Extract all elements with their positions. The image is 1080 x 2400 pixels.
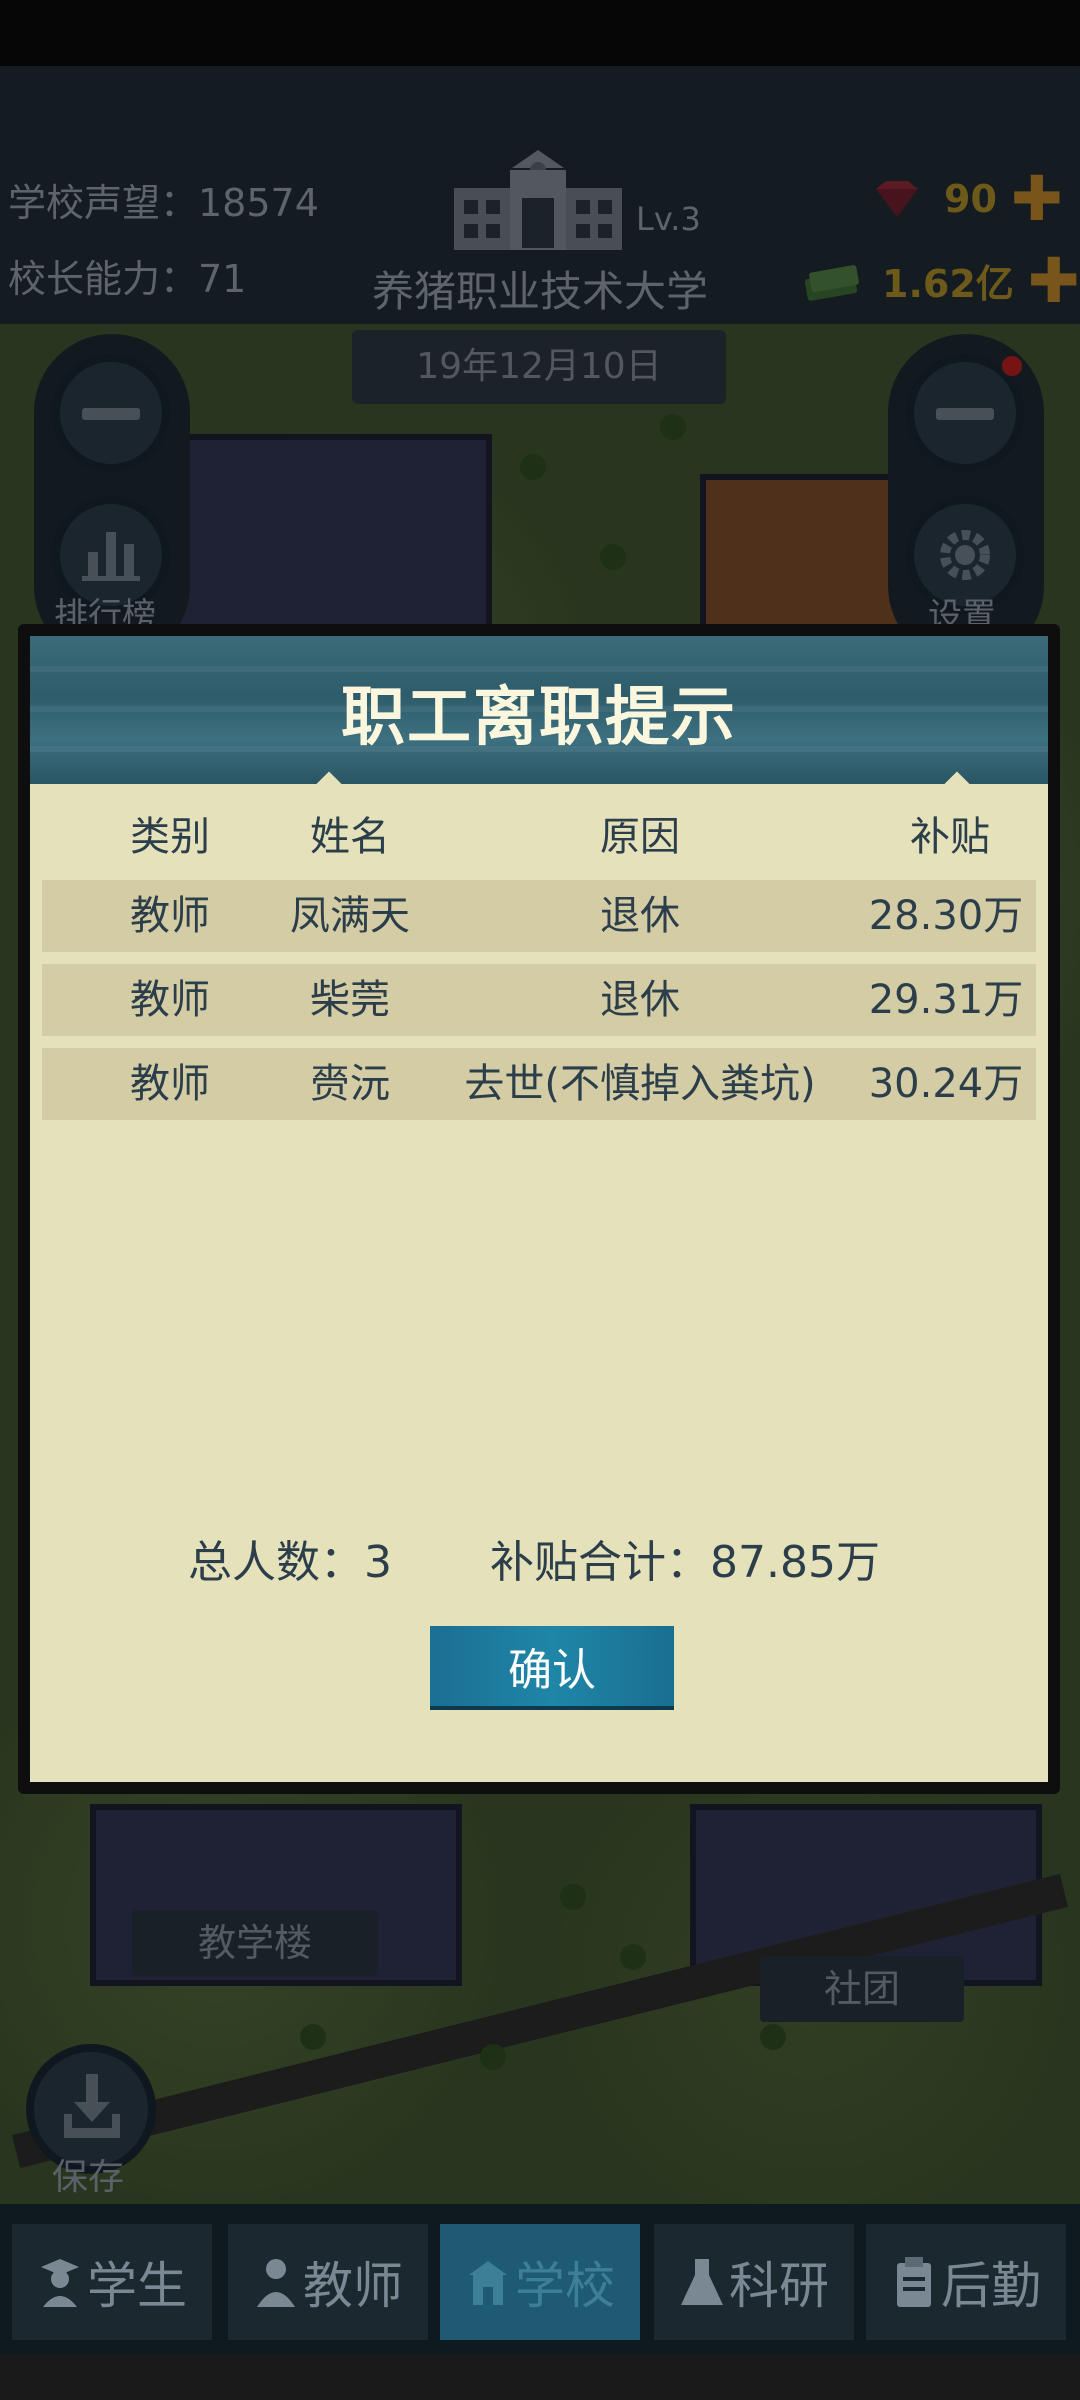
cell-subsidy: 30.24万 — [868, 1061, 1024, 1107]
school-name: 养猪职业技术大学 — [371, 267, 708, 316]
cell-subsidy: 28.30万 — [868, 893, 1024, 939]
bottom-nav: 学生 教师 学校 科研 后勤 — [0, 2204, 1080, 2354]
tab-research[interactable]: 科研 — [654, 2224, 854, 2340]
school-reputation: 学校声望：18574 — [8, 181, 319, 225]
flask-icon — [681, 2259, 723, 2305]
tab-teachers[interactable]: 教师 — [228, 2224, 428, 2340]
map-tree — [760, 2024, 786, 2050]
add-gems-button[interactable]: ✚ — [1011, 162, 1063, 235]
gear-icon — [940, 530, 990, 580]
map-tree — [560, 1884, 586, 1910]
cell-reason: 退休 — [600, 977, 680, 1023]
tab-logistics[interactable]: 后勤 — [866, 2224, 1066, 2340]
tab-school-label: 学校 — [515, 2257, 615, 2315]
school-building-icon — [454, 150, 622, 250]
cell-reason: 退休 — [600, 893, 680, 939]
teacher-icon — [257, 2259, 295, 2307]
save-label: 保存 — [52, 2157, 125, 2198]
money-amount: 1.62亿 — [882, 262, 1014, 306]
map-tree — [520, 454, 546, 480]
cash-icon — [804, 264, 859, 301]
add-money-button[interactable]: ✚ — [1028, 244, 1080, 317]
map-building — [150, 434, 492, 636]
cell-name: 赍沅 — [310, 1061, 390, 1107]
cell-subsidy: 29.31万 — [868, 977, 1024, 1023]
minus-icon — [82, 408, 140, 420]
staff-departure-dialog: 职工离职提示 类别 姓名 原因 补贴 教师 凤满天 退休 28.30万 教师 柴… — [18, 624, 1060, 1794]
bar-chart-icon — [82, 532, 140, 581]
gem-icon — [876, 180, 918, 217]
map-tree — [300, 2024, 326, 2050]
tab-logistics-label: 后勤 — [941, 2257, 1041, 2315]
principal-ability: 校长能力：71 — [8, 257, 247, 301]
teaching-building-tag[interactable]: 教学楼 — [132, 1910, 378, 1976]
status-bar — [0, 0, 1080, 66]
school-level: Lv.3 — [636, 200, 701, 238]
cell-type: 教师 — [130, 977, 210, 1023]
cell-name: 凤满天 — [290, 893, 410, 939]
column-header-reason: 原因 — [600, 814, 680, 860]
total-people: 总人数：3 — [188, 1537, 392, 1588]
cell-name: 柴莞 — [310, 977, 390, 1023]
tab-teachers-label: 教师 — [303, 2257, 403, 2315]
gem-counter: 90 ✚ — [872, 162, 1063, 235]
minus-icon — [936, 408, 994, 420]
map-tree — [480, 2044, 506, 2070]
table-row: 教师 柴莞 退休 29.31万 — [42, 964, 1036, 1036]
dialog-header: 职工离职提示 — [30, 636, 1048, 784]
confirm-button[interactable]: 确认 — [430, 1626, 674, 1706]
game-date: 19年12月10日 — [352, 330, 726, 404]
cell-type: 教师 — [130, 893, 210, 939]
notification-dot — [1002, 356, 1022, 376]
cell-reason: 去世(不慎掉入粪坑) — [464, 1061, 816, 1107]
column-header-name: 姓名 — [310, 814, 390, 860]
cell-type: 教师 — [130, 1061, 210, 1107]
club-tag[interactable]: 社团 — [760, 1956, 964, 2022]
tab-students[interactable]: 学生 — [12, 2224, 212, 2340]
clipboard-icon — [897, 2257, 931, 2307]
column-header-subsidy: 补贴 — [910, 814, 990, 860]
tab-school[interactable]: 学校 — [440, 2224, 640, 2340]
school-icon — [469, 2261, 507, 2305]
tab-students-label: 学生 — [87, 2257, 187, 2315]
download-icon — [64, 2074, 120, 2138]
map-tree — [660, 414, 686, 440]
map-tree — [600, 544, 626, 570]
table-row: 教师 凤满天 退休 28.30万 — [42, 880, 1036, 952]
money-counter: 1.62亿 ✚ — [802, 244, 1080, 317]
column-header-type: 类别 — [130, 814, 210, 860]
dialog-title: 职工离职提示 — [341, 681, 737, 755]
system-nav-bar — [0, 2354, 1080, 2400]
gem-count: 90 — [944, 176, 997, 221]
student-icon — [41, 2259, 79, 2307]
map-tree — [620, 1944, 646, 1970]
total-subsidy: 补贴合计：87.85万 — [490, 1537, 880, 1588]
dialog-body: 职工离职提示 类别 姓名 原因 补贴 教师 凤满天 退休 28.30万 教师 柴… — [30, 636, 1048, 1782]
collapse-left-button[interactable] — [52, 354, 170, 472]
tab-research-label: 科研 — [729, 2257, 829, 2315]
table-row: 教师 赍沅 去世(不慎掉入粪坑) 30.24万 — [42, 1048, 1036, 1120]
